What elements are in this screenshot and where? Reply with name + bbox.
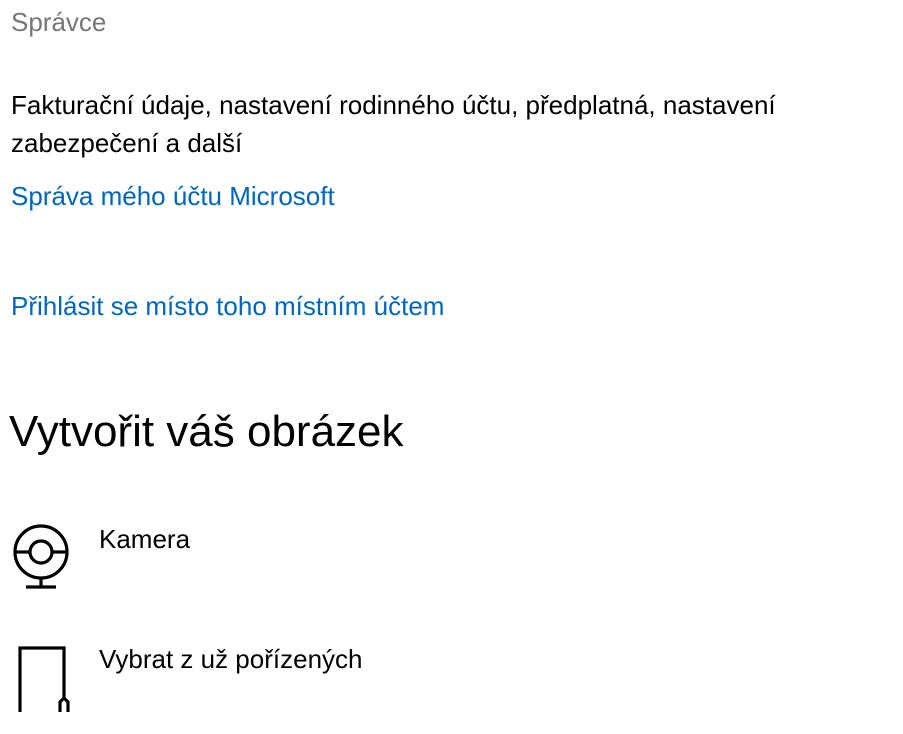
camera-option[interactable]: Kamera: [0, 512, 600, 592]
sign-in-local-account-link[interactable]: Přihlásit se místo toho místním účtem: [11, 290, 444, 322]
manage-microsoft-account-link[interactable]: Správa mého účtu Microsoft: [11, 180, 335, 212]
account-description: Fakturační údaje, nastavení rodinného úč…: [11, 90, 776, 158]
camera-option-label: Kamera: [99, 524, 191, 554]
browse-file-icon: [12, 642, 72, 718]
browse-existing-option[interactable]: Vybrat z už pořízených: [0, 632, 600, 718]
account-role: Správce: [11, 7, 107, 37]
camera-icon: [12, 522, 72, 592]
create-picture-heading: Vytvořit váš obrázek: [9, 407, 404, 456]
browse-existing-option-label: Vybrat z už pořízených: [99, 644, 363, 674]
